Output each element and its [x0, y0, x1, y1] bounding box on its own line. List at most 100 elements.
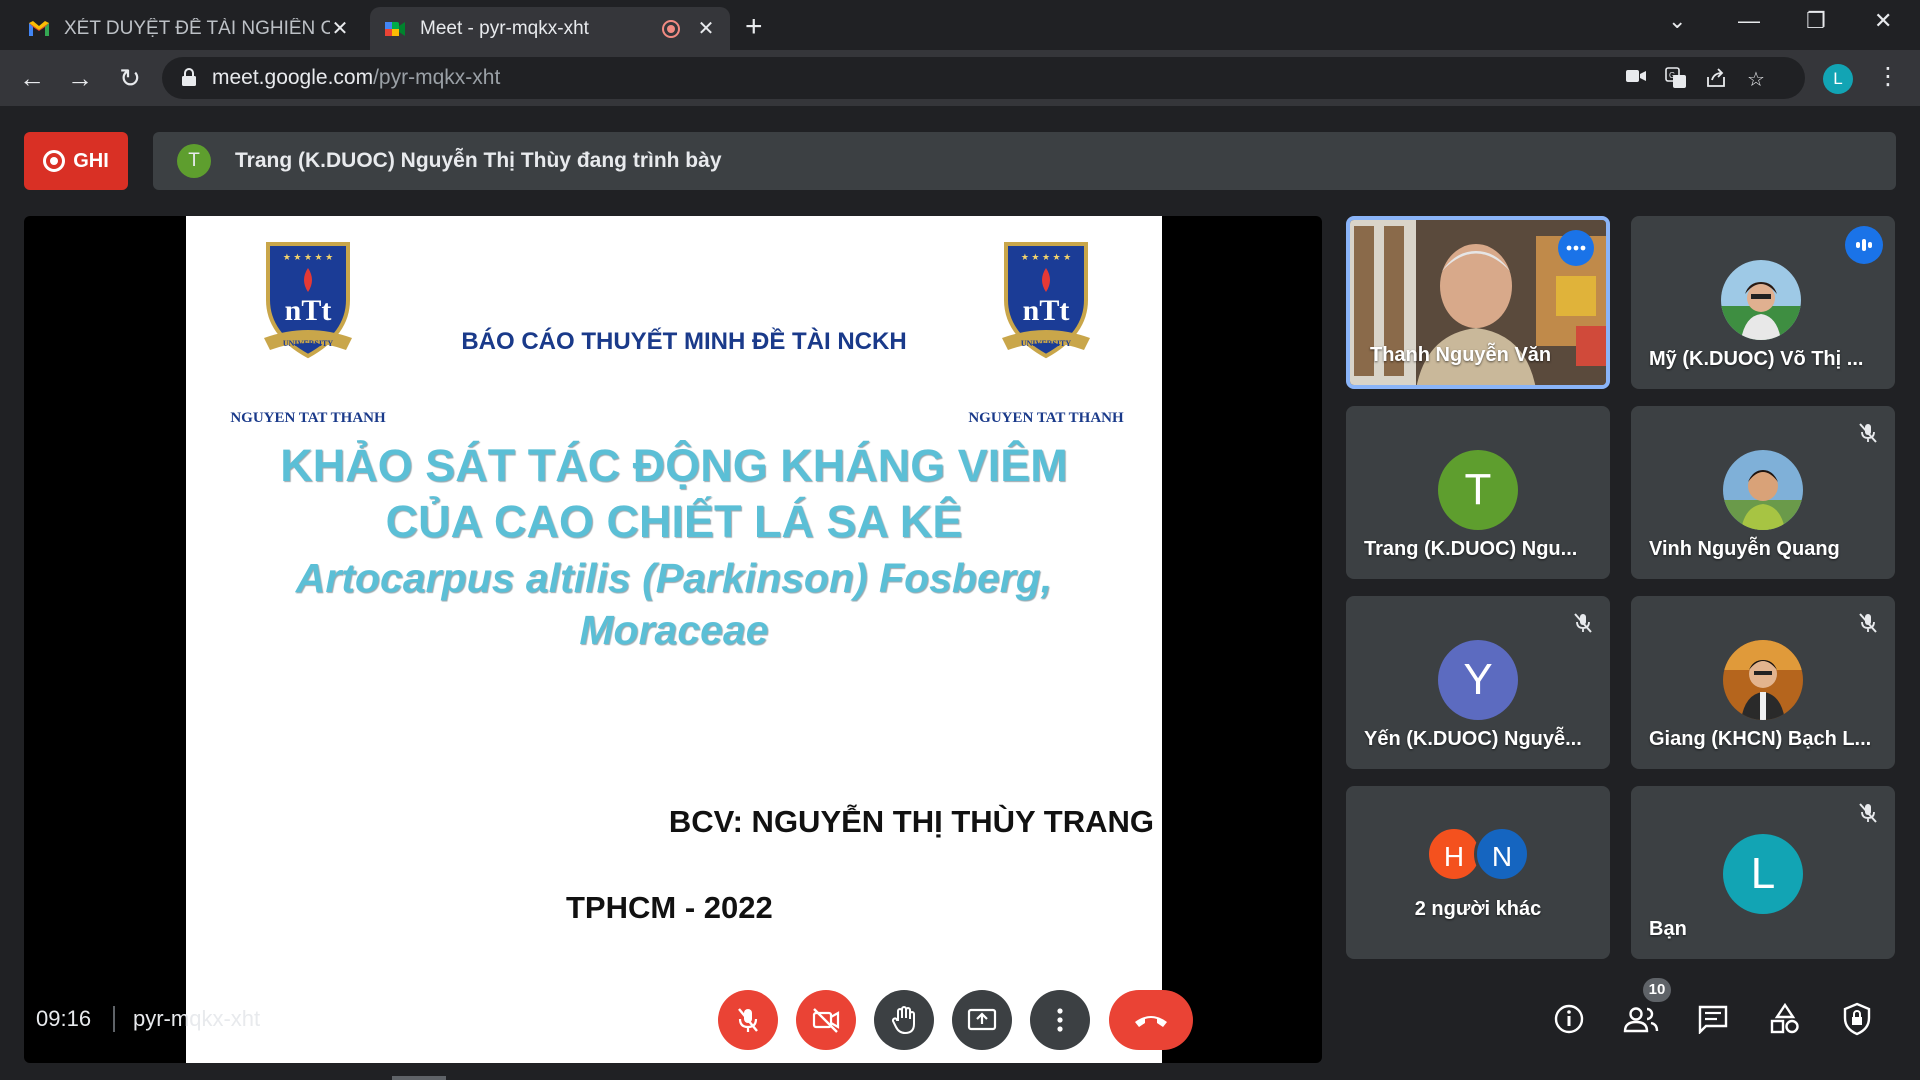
meeting-controls-bar: 09:16 pyr-mqkx-xht 10 — [0, 972, 1920, 1080]
participant-name: Trang (K.DUOC) Ngu... — [1364, 538, 1578, 560]
meeting-code: pyr-mqkx-xht — [133, 1006, 261, 1031]
forward-icon[interactable]: → — [64, 63, 96, 94]
minimize-icon[interactable]: — — [1738, 8, 1760, 34]
address-bar[interactable]: meet.google.com/pyr-mqkx-xht G ☆ — [162, 57, 1805, 99]
close-icon[interactable]: ✕ — [330, 16, 350, 41]
slide-scientific-name: Artocarpus altilis (Parkinson) Fosberg, … — [186, 552, 1162, 656]
participant-tile[interactable]: Y Yến (K.DUOC) Nguyễ... — [1346, 596, 1610, 769]
hand-icon — [891, 1006, 915, 1035]
gmail-icon — [28, 18, 50, 40]
meet-window: GHI T Trang (K.DUOC) Nguyễn Thị Thùy đan… — [0, 106, 1920, 1080]
recording-label: GHI — [73, 149, 109, 172]
bookmark-star-icon[interactable]: ☆ — [1744, 67, 1768, 91]
mic-off-icon — [738, 1008, 758, 1032]
tab-strip: XÉT DUYỆT ĐỀ TÀI NGHIÊN CỨU ✕ Meet - pyr… — [0, 0, 1920, 50]
camera-icon[interactable] — [1624, 67, 1648, 91]
profile-avatar[interactable]: L — [1823, 64, 1853, 94]
shield-lock-icon — [1843, 1002, 1871, 1036]
activities-icon — [1770, 1003, 1799, 1034]
meeting-details-button[interactable] — [1550, 1000, 1588, 1038]
svg-text:nTt: nTt — [285, 294, 332, 327]
meeting-time: 09:16 — [36, 1006, 92, 1031]
presentation-stage[interactable]: ★ ★ ★ ★ ★ nTt UNIVERSITY NGUYEN TAT THAN… — [24, 216, 1322, 1063]
people-button[interactable] — [1622, 1000, 1660, 1038]
leave-call-button[interactable] — [1109, 990, 1193, 1050]
svg-text:nTt: nTt — [1023, 294, 1070, 327]
lock-icon[interactable] — [180, 67, 198, 87]
people-icon — [1623, 1007, 1659, 1033]
presenter-text: Trang (K.DUOC) Nguyễn Thị Thùy đang trìn… — [235, 149, 722, 172]
host-controls-button[interactable] — [1838, 1000, 1876, 1038]
slide-sci-line: Artocarpus altilis (Parkinson) Fosberg, — [295, 555, 1053, 601]
participant-tile-self[interactable]: L Bạn — [1631, 786, 1895, 959]
divider — [113, 1006, 115, 1032]
browser-menu-icon[interactable]: ⋮ — [1876, 62, 1900, 91]
participant-name: Vinh Nguyễn Quang — [1649, 538, 1840, 560]
record-icon — [43, 150, 66, 172]
logo-caption: NGUYEN TAT THANH — [230, 410, 386, 426]
activities-button[interactable] — [1766, 1000, 1804, 1038]
tab-meet[interactable]: Meet - pyr-mqkx-xht ✕ — [370, 7, 730, 50]
close-icon[interactable]: ✕ — [696, 16, 716, 41]
more-options-button[interactable] — [1030, 990, 1090, 1050]
svg-text:★ ★ ★ ★ ★: ★ ★ ★ ★ ★ — [283, 252, 333, 262]
participant-tile-video[interactable]: Thanh Nguyễn Văn — [1346, 216, 1610, 389]
participant-tile[interactable]: Mỹ (K.DUOC) Võ Thị ... — [1631, 216, 1895, 389]
participant-photo — [1721, 260, 1801, 340]
tab-gmail[interactable]: XÉT DUYỆT ĐỀ TÀI NGHIÊN CỨU ✕ — [14, 7, 364, 50]
more-options-icon[interactable] — [1558, 230, 1594, 266]
participant-tile-others[interactable]: H N 2 người khác — [1346, 786, 1610, 959]
recording-icon — [662, 19, 680, 38]
participant-avatar: L — [1723, 834, 1803, 914]
university-logo: ★ ★ ★ ★ ★ nTt UNIVERSITY NGUYEN TAT THAN… — [218, 238, 398, 426]
hang-up-icon — [1135, 1016, 1167, 1027]
reload-icon[interactable]: ↻ — [114, 63, 146, 94]
raise-hand-button[interactable] — [874, 990, 934, 1050]
info-icon — [1554, 1004, 1584, 1034]
chat-button[interactable] — [1694, 1000, 1732, 1038]
slide-title-line: CỦA CAO CHIẾT LÁ SA KÊ — [385, 496, 963, 547]
restore-icon[interactable]: ❐ — [1806, 8, 1826, 34]
recording-badge[interactable]: GHI — [24, 132, 128, 190]
tab-title: XÉT DUYỆT ĐỀ TÀI NGHIÊN CỨU — [64, 17, 330, 39]
participant-avatar: T — [1438, 450, 1518, 530]
camera-off-icon — [812, 1008, 840, 1033]
tab-search-icon[interactable]: ⌄ — [1668, 8, 1686, 34]
mic-off-icon — [1568, 608, 1598, 638]
translate-icon[interactable]: G — [1664, 67, 1688, 91]
participant-tile[interactable]: T Trang (K.DUOC) Ngu... — [1346, 406, 1610, 579]
mic-off-icon — [1853, 798, 1883, 828]
mic-toggle-button[interactable] — [718, 990, 778, 1050]
new-tab-button[interactable]: + — [745, 10, 763, 44]
logo-caption: NGUYEN TAT THANH — [968, 410, 1124, 426]
participant-tile[interactable]: Giang (KHCN) Bạch L... — [1631, 596, 1895, 769]
svg-text:G: G — [1669, 71, 1675, 80]
browser-toolbar: ← → ↻ meet.google.com/pyr-mqkx-xht G ☆ L… — [0, 50, 1920, 106]
tab-title: Meet - pyr-mqkx-xht — [420, 17, 589, 39]
participant-count-badge: 10 — [1643, 978, 1671, 1002]
slide-footer: TPHCM - 2022 — [566, 890, 773, 925]
participant-avatar: N — [1474, 826, 1530, 882]
mic-off-icon — [1853, 418, 1883, 448]
chat-icon — [1698, 1005, 1728, 1034]
participant-photo — [1723, 450, 1803, 530]
presentation-slide: ★ ★ ★ ★ ★ nTt UNIVERSITY NGUYEN TAT THAN… — [186, 216, 1162, 1063]
participant-photo — [1723, 640, 1803, 720]
present-screen-button[interactable] — [952, 990, 1012, 1050]
window-close-icon[interactable]: ✕ — [1874, 8, 1892, 34]
participant-tile[interactable]: Vinh Nguyễn Quang — [1631, 406, 1895, 579]
participant-name: Yến (K.DUOC) Nguyễ... — [1364, 728, 1582, 750]
university-logo: ★ ★ ★ ★ ★ nTt UNIVERSITY NGUYEN TAT THAN… — [956, 238, 1136, 426]
meet-icon — [384, 18, 406, 40]
slide-sci-line: Moraceae — [579, 607, 769, 653]
svg-text:★ ★ ★ ★ ★: ★ ★ ★ ★ ★ — [1021, 252, 1071, 262]
present-icon — [967, 1008, 997, 1031]
camera-toggle-button[interactable] — [796, 990, 856, 1050]
participant-avatar: Y — [1438, 640, 1518, 720]
participant-name: Mỹ (K.DUOC) Võ Thị ... — [1649, 348, 1864, 370]
share-icon[interactable] — [1704, 67, 1728, 91]
more-vert-icon — [1057, 1008, 1063, 1032]
back-icon[interactable]: ← — [16, 63, 48, 94]
slide-header: BÁO CÁO THUYẾT MINH ĐỀ TÀI NCKH — [461, 328, 907, 355]
scroll-indicator — [392, 1076, 446, 1080]
